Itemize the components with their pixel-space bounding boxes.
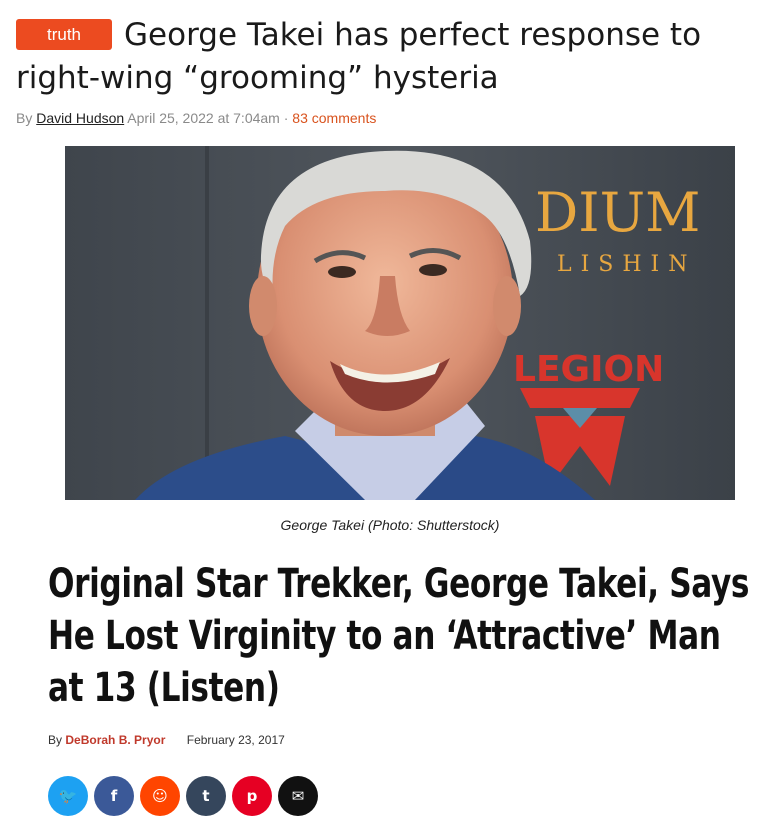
embedded-date: February 23, 2017 <box>186 733 285 747</box>
embedded-byline: By DeBorah B. Pryor February 23, 2017 <box>48 733 285 747</box>
backdrop-word-1: DIUM <box>535 181 700 244</box>
tumblr-share-button[interactable]: t <box>186 776 226 816</box>
share-bar: 🐦 f ☺ t p ✉ <box>48 776 318 816</box>
article-title: George Takei has perfect response to rig… <box>16 17 702 96</box>
tumblr-icon: t <box>202 787 210 805</box>
photo-caption: George Takei (Photo: Shutterstock) <box>280 517 500 533</box>
backdrop-brand: LEGION <box>513 349 664 390</box>
pinterest-share-button[interactable]: p <box>232 776 272 816</box>
by-prefix: By <box>16 110 33 126</box>
article-photo: DIUM LISHIN LEGION <box>65 146 735 500</box>
category-tag[interactable]: truth <box>16 19 113 50</box>
embedded-author[interactable]: DeBorah B. Pryor <box>65 733 165 747</box>
email-share-button[interactable]: ✉ <box>278 776 318 816</box>
pinterest-icon: p <box>246 787 258 805</box>
twitter-icon: 🐦 <box>58 787 78 805</box>
publish-date: April 25, 2022 at 7:04am <box>127 110 280 126</box>
email-icon: ✉ <box>291 787 305 805</box>
twitter-share-button[interactable]: 🐦 <box>48 776 88 816</box>
comments-link[interactable]: 83 comments <box>292 110 376 126</box>
facebook-icon: f <box>110 787 118 805</box>
byline: By David Hudson April 25, 2022 at 7:04am… <box>16 110 376 126</box>
facebook-share-button[interactable]: f <box>94 776 134 816</box>
article-headline: truth George Takei has perfect response t… <box>16 14 756 100</box>
backdrop-word-2: LISHIN <box>557 252 697 277</box>
photo-illustration: DIUM LISHIN LEGION <box>65 146 735 500</box>
author-link[interactable]: David Hudson <box>36 110 124 126</box>
embedded-title: Original Star Trekker, George Takei, Say… <box>48 561 750 711</box>
reddit-icon: ☺ <box>152 787 168 805</box>
byline-separator: · <box>283 110 289 126</box>
embedded-by-prefix: By <box>48 733 63 747</box>
reddit-share-button[interactable]: ☺ <box>140 776 180 816</box>
